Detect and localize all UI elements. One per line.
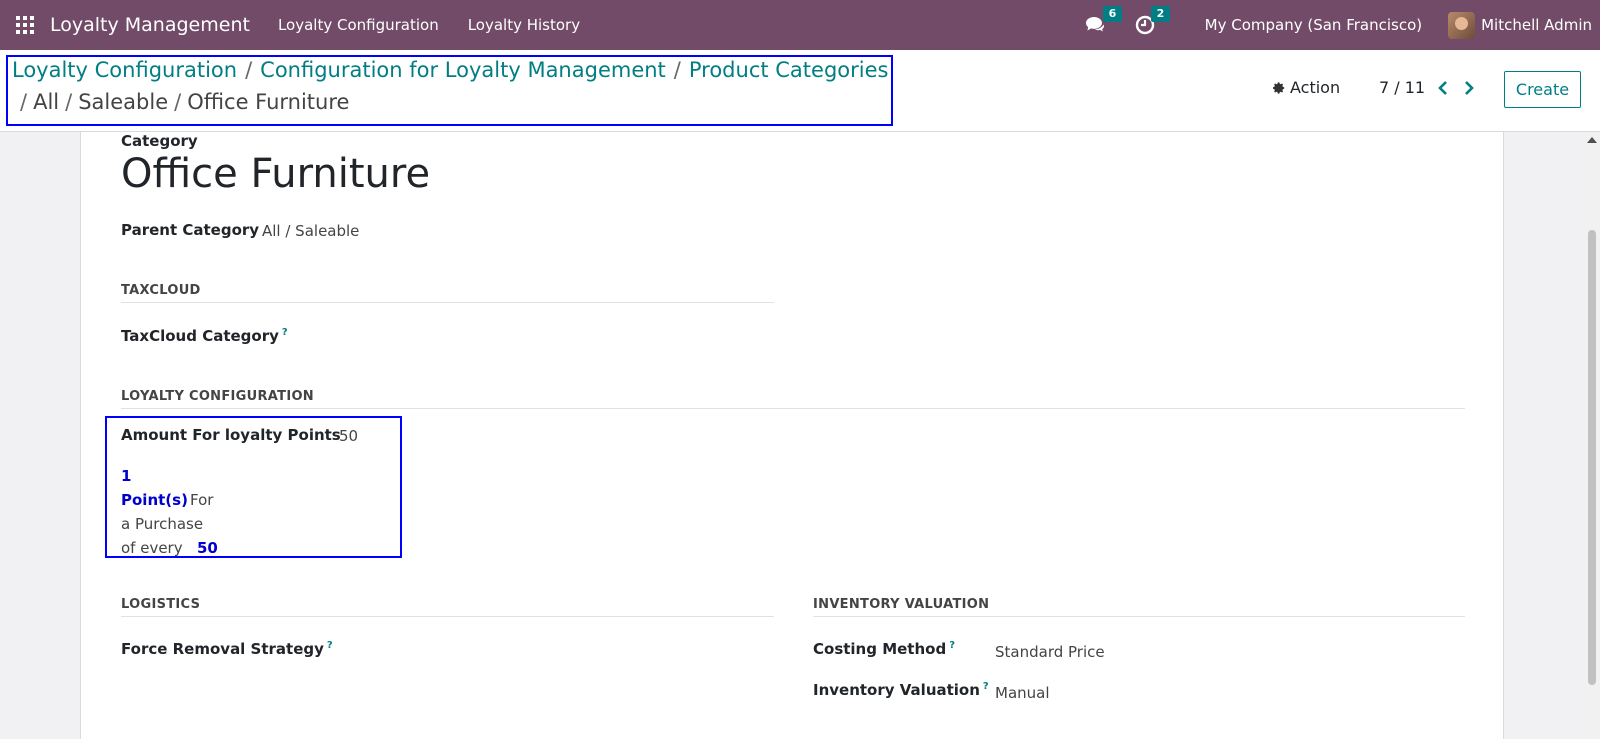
costing-method-label-text: Costing Method bbox=[813, 640, 947, 658]
apps-menu-icon[interactable] bbox=[2, 0, 48, 50]
section-divider bbox=[121, 408, 1465, 409]
parent-category-field[interactable]: All / Saleable bbox=[262, 222, 359, 240]
loyalty-purchase-text: a Purchase bbox=[121, 515, 204, 533]
chevron-left-icon bbox=[1438, 81, 1447, 95]
company-switcher[interactable]: My Company (San Francisco) bbox=[1205, 16, 1422, 34]
breadcrumb-separator: / bbox=[174, 90, 182, 114]
messages-count-badge: 6 bbox=[1102, 6, 1123, 22]
top-navbar: Loyalty Management Loyalty Configuration… bbox=[0, 0, 1600, 50]
breadcrumb: Loyalty Configuration / Configuration for … bbox=[12, 58, 888, 82]
help-icon[interactable]: ? bbox=[983, 681, 989, 692]
amount-loyalty-points-field[interactable]: 50 bbox=[339, 427, 358, 445]
activities-count-badge: 2 bbox=[1150, 6, 1171, 22]
user-name: Mitchell Admin bbox=[1481, 16, 1592, 34]
user-menu[interactable]: Mitchell Admin bbox=[1448, 11, 1592, 39]
section-divider bbox=[121, 302, 774, 303]
help-icon[interactable]: ? bbox=[327, 640, 333, 651]
breadcrumb-configuration-for-loyalty[interactable]: Configuration for Loyalty Management bbox=[260, 58, 666, 82]
inventory-valuation-label: Inventory Valuation? bbox=[813, 681, 989, 699]
create-button[interactable]: Create bbox=[1504, 71, 1581, 108]
help-icon[interactable]: ? bbox=[949, 640, 955, 651]
loyalty-every-value[interactable]: 50 bbox=[197, 539, 218, 557]
action-label: Action bbox=[1290, 78, 1341, 97]
loyalty-points-unit: Point(s) bbox=[121, 491, 188, 509]
help-icon[interactable]: ? bbox=[282, 327, 288, 338]
category-label: Category bbox=[121, 132, 198, 150]
breadcrumb-separator: / bbox=[245, 58, 253, 82]
menu-loyalty-history[interactable]: Loyalty History bbox=[468, 16, 580, 34]
breadcrumb-path-saleable: Saleable bbox=[78, 90, 169, 114]
costing-method-label: Costing Method? bbox=[813, 640, 955, 658]
breadcrumb-current: / All / Saleable / Office Furniture bbox=[20, 90, 349, 114]
loyalty-for-text: For bbox=[190, 491, 214, 509]
activities-button[interactable]: 2 bbox=[1135, 6, 1171, 35]
avatar bbox=[1448, 11, 1476, 39]
category-name-field[interactable]: Office Furniture bbox=[121, 151, 430, 197]
breadcrumb-loyalty-configuration[interactable]: Loyalty Configuration bbox=[12, 58, 237, 82]
app-title[interactable]: Loyalty Management bbox=[50, 14, 250, 36]
loyalty-points-value[interactable]: 1 bbox=[121, 467, 131, 485]
pager-next-button[interactable] bbox=[1459, 77, 1479, 99]
breadcrumb-path-all: All bbox=[33, 90, 60, 114]
scrollbar-thumb[interactable] bbox=[1588, 230, 1596, 685]
breadcrumb-separator: / bbox=[65, 90, 73, 114]
amount-loyalty-points-label: Amount For loyalty Points bbox=[121, 426, 341, 444]
logistics-section-title: LOGISTICS bbox=[121, 597, 201, 612]
force-removal-strategy-label: Force Removal Strategy? bbox=[121, 640, 333, 658]
breadcrumb-separator: / bbox=[673, 58, 681, 82]
taxcloud-section-title: TAXCLOUD bbox=[121, 283, 201, 298]
pager-previous-button[interactable] bbox=[1433, 77, 1453, 99]
breadcrumb-path-office-furniture: Office Furniture bbox=[187, 90, 350, 114]
taxcloud-category-label-text: TaxCloud Category bbox=[121, 327, 279, 345]
taxcloud-category-label: TaxCloud Category? bbox=[121, 327, 288, 345]
inventory-valuation-section-title: INVENTORY VALUATION bbox=[813, 597, 990, 612]
inventory-valuation-field[interactable]: Manual bbox=[995, 684, 1050, 702]
form-sheet: Category Office Furniture Parent Categor… bbox=[80, 132, 1504, 739]
messages-button[interactable]: 6 bbox=[1085, 6, 1123, 35]
loyalty-every-text: of every bbox=[121, 539, 183, 557]
loyalty-section-title: LOYALTY CONFIGURATION bbox=[121, 389, 314, 404]
scroll-up-arrow[interactable] bbox=[1587, 137, 1597, 143]
control-panel: Loyalty Configuration / Configuration for … bbox=[0, 50, 1600, 132]
inventory-valuation-label-text: Inventory Valuation bbox=[813, 681, 980, 699]
breadcrumb-product-categories[interactable]: Product Categories bbox=[689, 58, 889, 82]
breadcrumb-separator: / bbox=[20, 90, 28, 114]
action-menu-button[interactable]: Action bbox=[1272, 78, 1340, 97]
pager-value[interactable]: 7 / 11 bbox=[1379, 78, 1425, 97]
section-divider bbox=[813, 616, 1465, 617]
force-removal-strategy-label-text: Force Removal Strategy bbox=[121, 640, 324, 658]
chevron-right-icon bbox=[1465, 81, 1474, 95]
gear-icon bbox=[1273, 81, 1285, 94]
parent-category-label: Parent Category bbox=[121, 221, 260, 239]
section-divider bbox=[121, 616, 774, 617]
menu-loyalty-configuration[interactable]: Loyalty Configuration bbox=[278, 16, 439, 34]
costing-method-field[interactable]: Standard Price bbox=[995, 643, 1105, 661]
